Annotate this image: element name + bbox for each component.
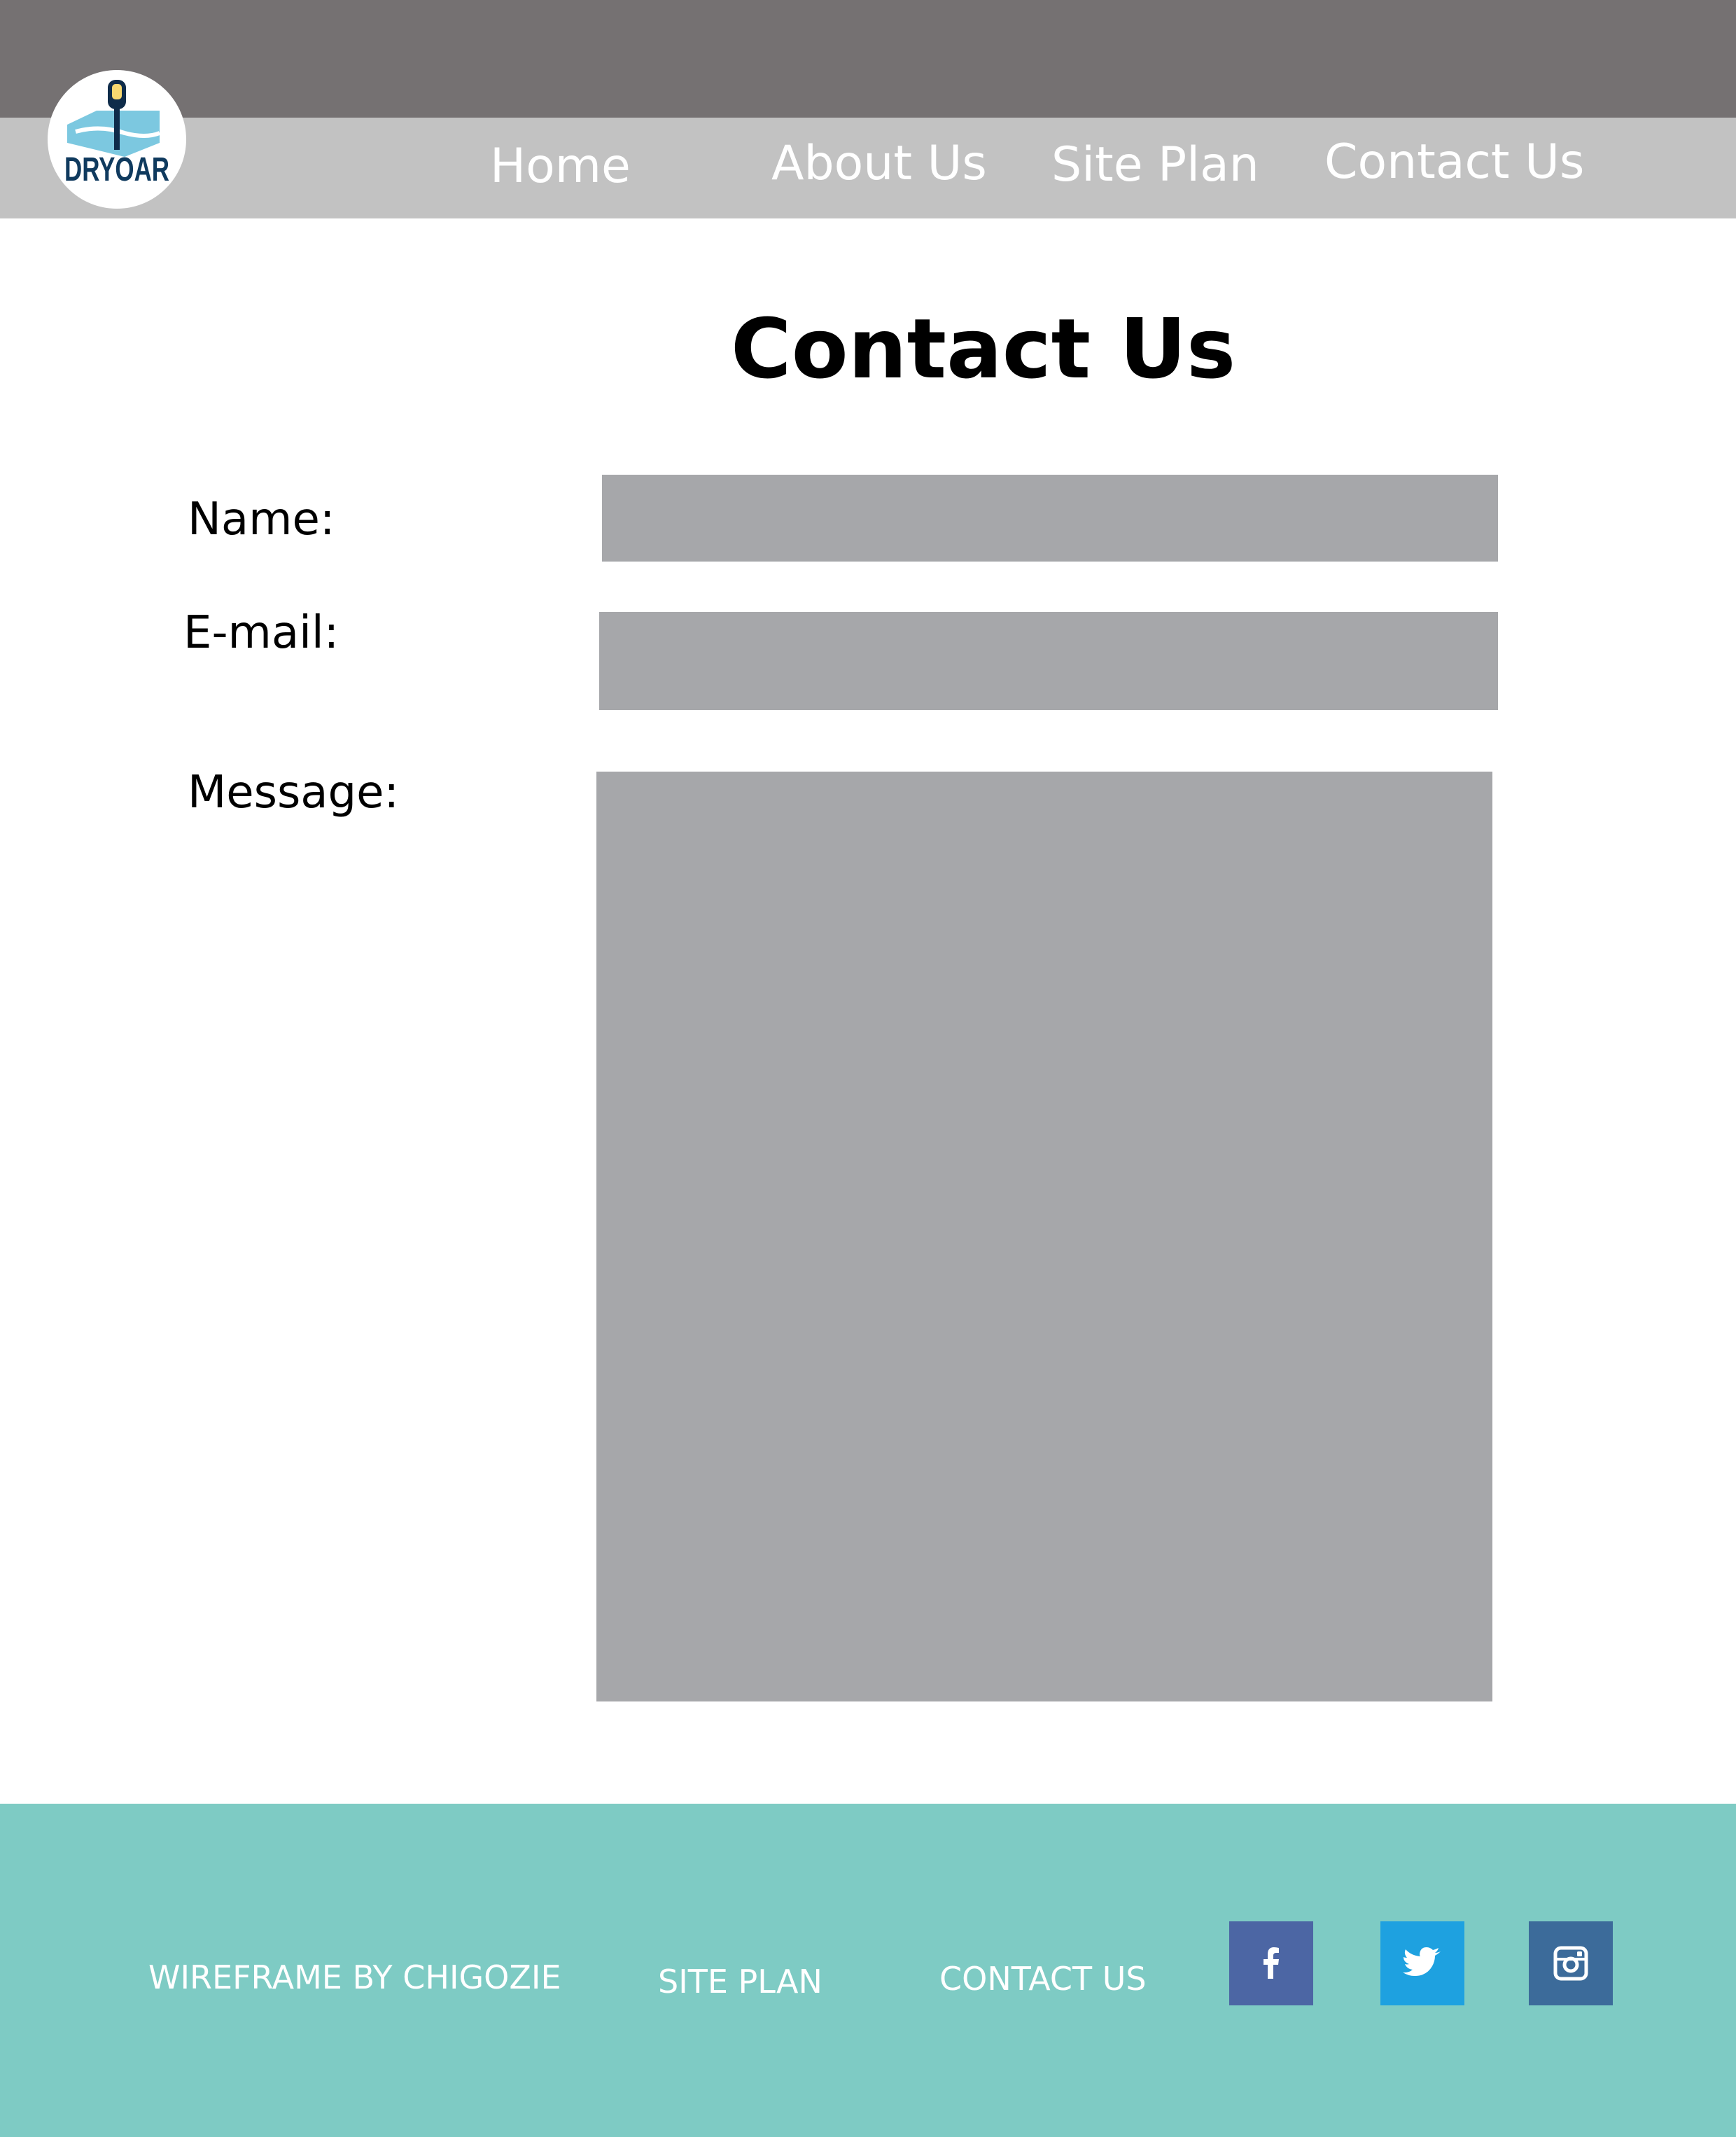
name-label: Name: — [188, 494, 335, 545]
contact-page: DRYOAR Home About Us Site Plan Contact U… — [0, 0, 1736, 2137]
footer-credit: WIREFRAME BY CHIGOZIE — [148, 1958, 561, 1996]
footer-site-plan-link[interactable]: SITE PLAN — [658, 1962, 822, 2001]
logo-text: DRYOAR — [64, 151, 169, 188]
page-title: Contact Us — [731, 300, 1236, 397]
instagram-icon — [1553, 1946, 1588, 1981]
name-input[interactable] — [602, 475, 1498, 562]
footer-contact-us-link[interactable]: CONTACT US — [939, 1959, 1147, 1998]
logo-mark: DRYOAR — [64, 80, 169, 188]
nav-contact-us[interactable]: Contact Us — [1324, 134, 1584, 190]
email-label: E-mail: — [183, 607, 340, 659]
nav-site-plan[interactable]: Site Plan — [1051, 137, 1259, 193]
dryoar-logo[interactable]: DRYOAR — [48, 70, 186, 209]
facebook-icon — [1264, 1947, 1279, 1979]
message-textarea[interactable] — [596, 772, 1492, 1701]
twitter-icon — [1403, 1947, 1441, 1976]
facebook-button[interactable] — [1229, 1921, 1313, 2005]
email-input[interactable] — [599, 612, 1498, 710]
nav-about-us[interactable]: About Us — [771, 136, 987, 192]
nav-home[interactable]: Home — [490, 139, 631, 195]
twitter-button[interactable] — [1380, 1921, 1464, 2005]
instagram-button[interactable] — [1529, 1921, 1613, 2005]
top-bar — [0, 0, 1736, 118]
message-label: Message: — [188, 767, 400, 819]
